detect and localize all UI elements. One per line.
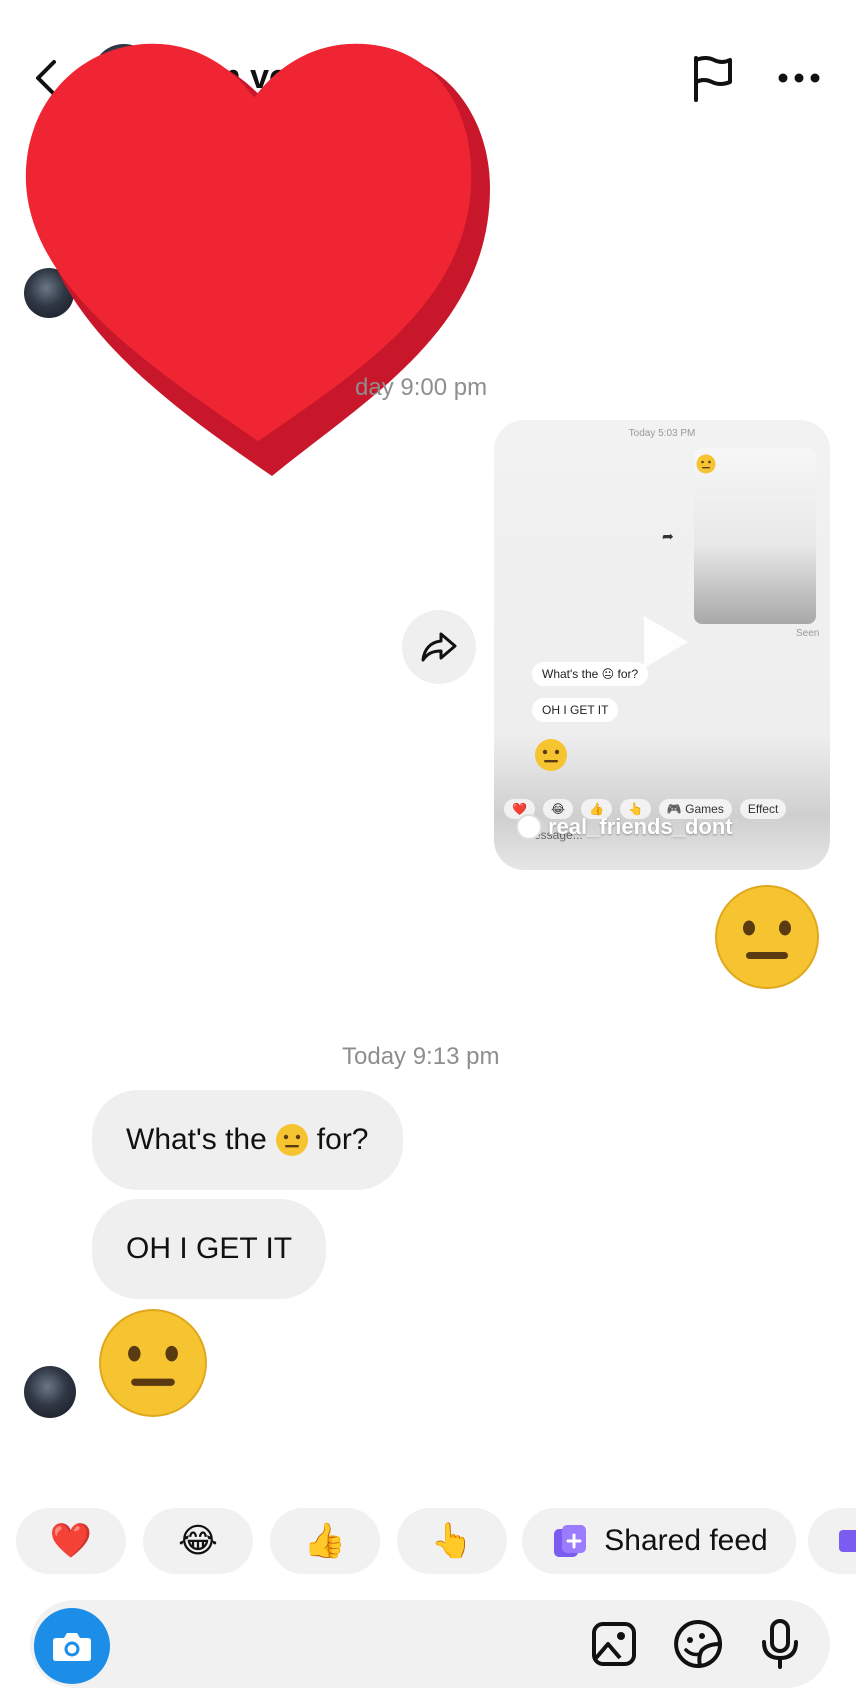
- shared-feed-icon: [554, 1525, 587, 1557]
- sender-avatar[interactable]: [24, 1366, 76, 1418]
- video-bubble-2: OH I GET IT: [532, 698, 619, 722]
- message-text: OH I GET IT: [126, 1232, 293, 1265]
- video-inner-preview: [694, 448, 816, 624]
- camera-icon: [53, 1633, 91, 1661]
- quick-reaction-laugh[interactable]: 😂: [143, 1508, 253, 1574]
- quick-reaction-thumbs-up[interactable]: 👍: [270, 1508, 380, 1574]
- quick-reaction-heart[interactable]: ❤️: [16, 1508, 126, 1574]
- timestamp: Today 9:13 pm: [342, 1043, 500, 1070]
- video-bubble-1: What's the 😐 for?: [532, 662, 649, 686]
- timestamp: day 9:00 pm: [355, 374, 488, 401]
- microphone-button[interactable]: [760, 1618, 800, 1670]
- shared-feed-button[interactable]: Shared feed: [522, 1508, 796, 1574]
- neutral-face-icon: [696, 454, 716, 474]
- play-icon: [644, 616, 688, 668]
- report-button[interactable]: [690, 54, 734, 102]
- video-time-text: Today 5:03 PM: [628, 428, 696, 439]
- gallery-icon: [592, 1622, 636, 1666]
- neutral-face-icon: [275, 1124, 308, 1156]
- message-bubble[interactable]: What's the for?: [92, 1090, 403, 1190]
- camera-button[interactable]: [34, 1608, 110, 1684]
- share-arrow-icon: ➦: [662, 528, 674, 544]
- sticker-button[interactable]: [672, 1618, 724, 1670]
- seen-label: Seen: [796, 628, 820, 639]
- shared-video-card[interactable]: Today 5:03 PM ➦ Seen What's the 😐 for? O…: [494, 420, 830, 870]
- flag-icon: [694, 56, 732, 102]
- author-avatar: [516, 814, 542, 840]
- neutral-face-icon: [535, 739, 567, 771]
- message-bubble[interactable]: OH I GET IT: [92, 1199, 327, 1299]
- neutral-face-icon: [715, 885, 819, 989]
- microphone-icon: [762, 1619, 798, 1669]
- shared-feed-label: Shared feed: [604, 1524, 768, 1557]
- share-arrow-icon: [421, 632, 457, 662]
- shared-feed-icon: [839, 1530, 856, 1552]
- more-horizontal-icon: [778, 73, 820, 83]
- more-options-button[interactable]: [775, 66, 823, 90]
- message-text: for?: [316, 1123, 369, 1156]
- forward-button[interactable]: [402, 610, 476, 684]
- gallery-button[interactable]: [590, 1620, 638, 1668]
- sticker-icon: [674, 1620, 722, 1669]
- more-quick-actions-chip[interactable]: [808, 1508, 856, 1574]
- video-reaction-chip: Effect: [739, 799, 787, 819]
- author-username: real_friends_dont: [548, 814, 733, 839]
- heart-sticker-icon: [22, 38, 490, 476]
- video-author[interactable]: real_friends_dont: [516, 814, 733, 840]
- quick-reaction-point-up[interactable]: 👆: [397, 1508, 507, 1574]
- neutral-face-icon[interactable]: [98, 1308, 208, 1418]
- message-text: What's the: [126, 1123, 267, 1156]
